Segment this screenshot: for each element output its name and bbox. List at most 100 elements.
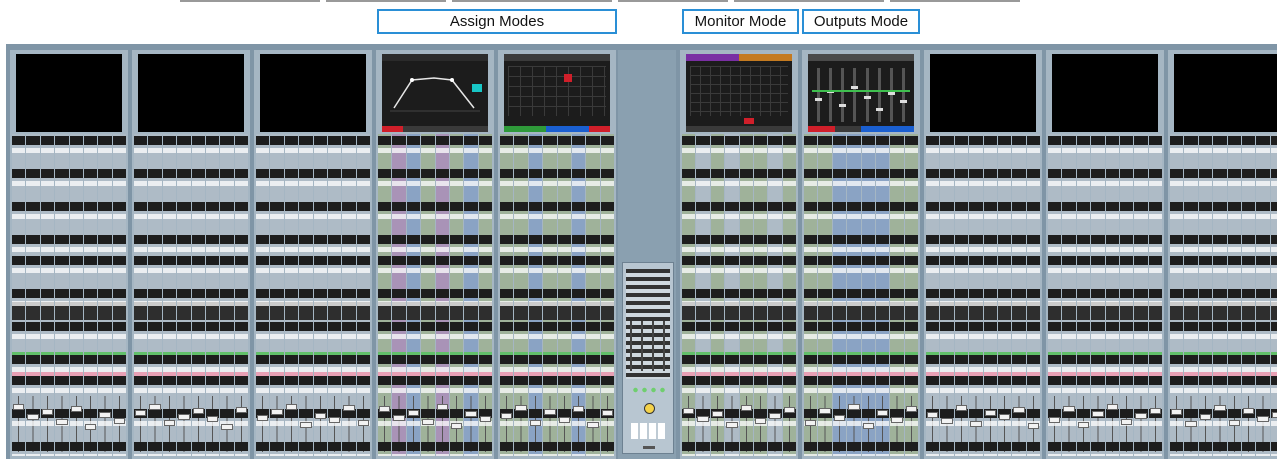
monitor-alert <box>744 118 754 124</box>
channel-strip[interactable] <box>191 134 205 456</box>
channel-strip[interactable] <box>1134 134 1148 456</box>
channel-strip[interactable] <box>739 134 753 456</box>
eq-curve-icon <box>390 77 480 112</box>
channel-strip[interactable] <box>435 134 449 456</box>
header-caption <box>180 0 1100 5</box>
channel-strip[interactable] <box>421 134 435 456</box>
channel-strip[interactable] <box>1012 134 1026 456</box>
channel-strips <box>804 134 918 456</box>
channel-strip[interactable] <box>1048 134 1062 456</box>
channel-strip[interactable] <box>600 134 614 456</box>
channel-strip[interactable] <box>1241 134 1256 456</box>
channel-strip[interactable] <box>926 134 940 456</box>
channel-strip[interactable] <box>1148 134 1162 456</box>
channel-strip[interactable] <box>571 134 586 456</box>
channel-strip[interactable] <box>256 134 270 456</box>
channel-strip[interactable] <box>449 134 464 456</box>
channel-strip[interactable] <box>342 134 356 456</box>
channel-strip[interactable] <box>406 134 421 456</box>
master-faders[interactable] <box>626 321 670 371</box>
channel-strip[interactable] <box>69 134 83 456</box>
channel-strip[interactable] <box>98 134 112 456</box>
channel-strip[interactable] <box>83 134 98 456</box>
channel-strip[interactable] <box>1119 134 1134 456</box>
channel-strip[interactable] <box>1227 134 1241 456</box>
channel-strip[interactable] <box>205 134 220 456</box>
outputs-mode-button[interactable]: Outputs Mode <box>802 9 920 34</box>
channel-strip[interactable] <box>804 134 818 456</box>
output-fader-meters <box>812 68 910 122</box>
channel-strip[interactable] <box>1198 134 1213 456</box>
channel-strip[interactable] <box>177 134 191 456</box>
channel-strip[interactable] <box>40 134 55 456</box>
channel-strip[interactable] <box>586 134 600 456</box>
channel-strip[interactable] <box>969 134 983 456</box>
channel-strip[interactable] <box>1091 134 1105 456</box>
channel-strip[interactable] <box>514 134 528 456</box>
routing-display-screen[interactable] <box>504 54 611 132</box>
master-knob-icon[interactable] <box>644 403 655 414</box>
channel-strip[interactable] <box>1213 134 1227 456</box>
channel-strip[interactable] <box>134 134 148 456</box>
eq-band-select[interactable] <box>472 84 482 92</box>
channel-strip[interactable] <box>162 134 177 456</box>
master-label-strip <box>643 446 655 449</box>
channel-strip[interactable] <box>1270 134 1277 456</box>
channel-strip[interactable] <box>875 134 890 456</box>
channel-strip[interactable] <box>270 134 284 456</box>
channel-strip[interactable] <box>464 134 478 456</box>
channel-strip[interactable] <box>1184 134 1198 456</box>
channel-strip[interactable] <box>112 134 126 456</box>
channel-strip[interactable] <box>500 134 514 456</box>
channel-strip[interactable] <box>148 134 162 456</box>
channel-strip[interactable] <box>378 134 392 456</box>
channel-strip[interactable] <box>832 134 847 456</box>
channel-strip[interactable] <box>1076 134 1091 456</box>
channel-strip[interactable] <box>478 134 492 456</box>
channel-strip[interactable] <box>392 134 406 456</box>
channel-strip[interactable] <box>682 134 696 456</box>
fader-bay-10 <box>1168 50 1277 459</box>
channel-strip[interactable] <box>768 134 782 456</box>
channel-strip[interactable] <box>1062 134 1076 456</box>
channel-strip[interactable] <box>710 134 725 456</box>
channel-strip[interactable] <box>26 134 40 456</box>
channel-strip[interactable] <box>1026 134 1040 456</box>
screen-softkeys <box>686 126 792 132</box>
channel-strip[interactable] <box>313 134 327 456</box>
channel-strip[interactable] <box>818 134 832 456</box>
channel-strip[interactable] <box>997 134 1012 456</box>
channel-strip[interactable] <box>284 134 299 456</box>
channel-strip[interactable] <box>954 134 969 456</box>
channel-strip[interactable] <box>220 134 234 456</box>
channel-strip[interactable] <box>890 134 904 456</box>
channel-strip[interactable] <box>861 134 875 456</box>
channel-strip[interactable] <box>696 134 710 456</box>
channel-strip[interactable] <box>983 134 997 456</box>
channel-strip[interactable] <box>12 134 26 456</box>
assign-modes-button[interactable]: Assign Modes <box>377 9 617 34</box>
channel-strip[interactable] <box>55 134 69 456</box>
screen-title-bar <box>504 54 610 61</box>
monitor-mode-button[interactable]: Monitor Mode <box>682 9 799 34</box>
channel-strip[interactable] <box>782 134 796 456</box>
channel-strip[interactable] <box>557 134 571 456</box>
outputs-display-screen[interactable] <box>808 54 914 132</box>
channel-strip[interactable] <box>356 134 370 456</box>
channel-strip[interactable] <box>234 134 248 456</box>
channel-strip[interactable] <box>1105 134 1119 456</box>
channel-strip[interactable] <box>1256 134 1270 456</box>
channel-strip[interactable] <box>847 134 861 456</box>
monitor-display-screen[interactable] <box>686 54 792 132</box>
channel-strip[interactable] <box>543 134 557 456</box>
channel-strip[interactable] <box>528 134 543 456</box>
master-keypad[interactable] <box>631 423 665 439</box>
eq-display-screen[interactable] <box>382 54 489 132</box>
channel-strip[interactable] <box>327 134 342 456</box>
channel-strip[interactable] <box>940 134 954 456</box>
channel-strip[interactable] <box>725 134 739 456</box>
channel-strip[interactable] <box>904 134 918 456</box>
channel-strip[interactable] <box>753 134 768 456</box>
channel-strip[interactable] <box>299 134 313 456</box>
channel-strip[interactable] <box>1170 134 1184 456</box>
